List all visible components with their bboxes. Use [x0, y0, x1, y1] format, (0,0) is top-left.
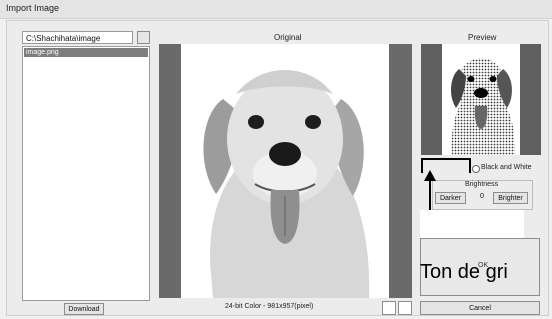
black-white-label: Black and White: [481, 164, 532, 171]
rotate-right-button[interactable]: [398, 301, 412, 315]
black-white-radio[interactable]: [472, 165, 480, 173]
image-info-label: 24-bit Color - 981x957(pixel): [225, 303, 314, 310]
preview-label: Preview: [468, 33, 497, 42]
preview-dog-image: [442, 44, 520, 155]
cancel-button[interactable]: Cancel: [420, 301, 540, 315]
browse-folder-button[interactable]: [137, 31, 150, 44]
import-image-window: Import Image C:\Shachihata\image image.p…: [0, 0, 552, 319]
original-label: Original: [274, 33, 302, 42]
path-field[interactable]: C:\Shachihata\image: [22, 31, 133, 44]
brighter-button[interactable]: Brighter: [493, 192, 528, 204]
brightness-value: 0: [480, 193, 484, 200]
original-dog-image: [181, 44, 389, 298]
overlay-caption: Ton de gri: [420, 261, 508, 283]
brightness-title: Brightness: [465, 181, 499, 188]
window-title: Import Image: [6, 3, 60, 13]
rotate-left-button[interactable]: [382, 301, 396, 315]
overlay-white-patch: [420, 210, 524, 238]
file-list[interactable]: image.png: [22, 46, 150, 301]
file-item-selected[interactable]: image.png: [24, 48, 148, 57]
download-button[interactable]: Download: [64, 303, 104, 315]
darker-button[interactable]: Darker: [435, 192, 466, 204]
title-bar: Import Image: [0, 0, 552, 19]
